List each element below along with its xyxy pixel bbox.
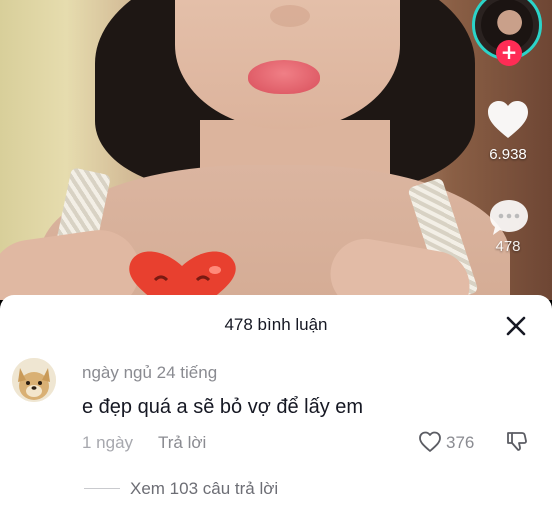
comment-like-count: 376 [446,433,475,452]
commenter-avatar[interactable] [12,358,56,402]
like-button[interactable] [486,100,530,140]
comment-text: e đẹp quá a sẽ bỏ vợ để lấy em [82,396,364,418]
comments-sheet-title: 478 bình luận [224,315,328,334]
comment-username[interactable]: ngày ngủ 24 tiếng [82,363,217,383]
view-replies-button[interactable]: Xem 103 câu trả lời [130,479,278,499]
heart-outline-icon[interactable] [418,431,442,453]
video-player[interactable]: + 6.938 478 [0,0,552,300]
like-count: 6.938 [489,146,527,163]
video-nose [270,5,310,27]
comments-sheet: 478 bình luận ngày ngủ 24 tiếng e đẹp qu… [0,295,552,515]
video-lips [248,60,320,94]
comment-timestamp: 1 ngày [82,433,134,452]
reply-button[interactable]: Trả lời [158,433,206,453]
close-icon[interactable] [504,314,528,338]
thumbs-down-icon[interactable] [505,429,529,453]
heart-sticker [129,251,236,300]
follow-button[interactable]: + [496,40,522,66]
comment-count: 478 [495,238,521,255]
dog-avatar-icon [12,358,56,402]
comment-button[interactable] [488,198,530,238]
replies-divider [84,488,120,489]
